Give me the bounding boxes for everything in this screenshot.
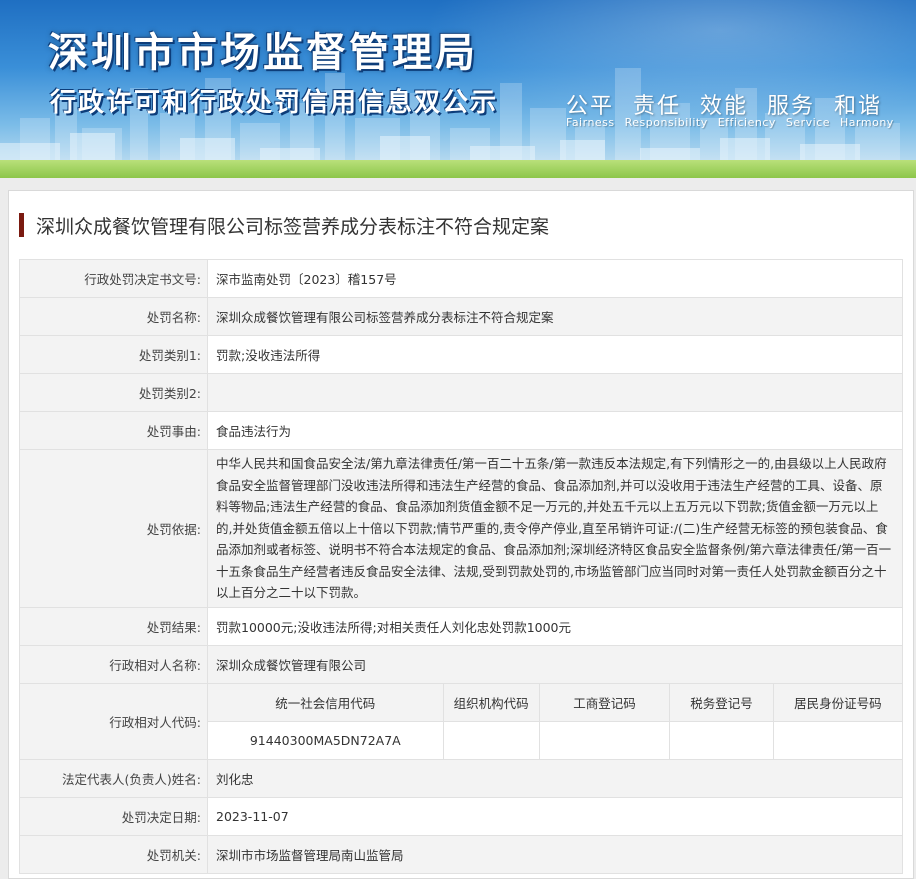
table-row: 处罚名称: 深圳众成餐饮管理有限公司标签营养成分表标注不符合规定案 [19, 297, 903, 336]
penalty-name-value: 深圳众成餐饮管理有限公司标签营养成分表标注不符合规定案 [207, 297, 903, 336]
table-row: 法定代表人(负责人)姓名: 刘化忠 [19, 759, 903, 798]
party-name-value: 深圳众成餐饮管理有限公司 [207, 645, 903, 684]
field-label: 处罚结果: [19, 607, 208, 646]
code-header: 组织机构代码 [442, 684, 540, 722]
table-row: 行政相对人名称: 深圳众成餐饮管理有限公司 [19, 645, 903, 684]
code-header-row: 统一社会信用代码 组织机构代码 工商登记码 税务登记号 居民身份证号码 [208, 684, 902, 722]
page-title: 深圳众成餐饮管理有限公司标签营养成分表标注不符合规定案 [36, 215, 550, 238]
title-accent-bar [19, 213, 24, 237]
party-code-cell: 统一社会信用代码 组织机构代码 工商登记码 税务登记号 居民身份证号码 9144… [207, 683, 903, 760]
field-label: 处罚名称: [19, 297, 208, 336]
field-label: 行政相对人名称: [19, 645, 208, 684]
category2-value [207, 373, 903, 412]
result-value: 罚款10000元;没收违法所得;对相关责任人刘化忠处罚款1000元 [207, 607, 903, 646]
table-row: 行政相对人代码: 统一社会信用代码 组织机构代码 工商登记码 税务登记号 居民身… [19, 683, 903, 760]
field-label: 处罚决定日期: [19, 797, 208, 836]
site-title: 深圳市市场监督管理局 [48, 30, 478, 76]
table-row: 处罚类别2: [19, 373, 903, 412]
credit-code-value: 91440300MA5DN72A7A [208, 721, 444, 759]
table-row: 处罚结果: 罚款10000元;没收违法所得;对相关责任人刘化忠处罚款1000元 [19, 607, 903, 646]
content-panel: 深圳众成餐饮管理有限公司标签营养成分表标注不符合规定案 行政处罚决定书文号: 深… [8, 190, 914, 879]
code-header: 工商登记码 [538, 684, 671, 722]
penalty-info-table: 行政处罚决定书文号: 深市监南处罚〔2023〕稽157号 处罚名称: 深圳众成餐… [19, 259, 903, 874]
banner-grass [0, 160, 916, 178]
table-row: 处罚依据: 中华人民共和国食品安全法/第九章法律责任/第一百二十五条/第一款违反… [19, 449, 903, 608]
field-label: 处罚事由: [19, 411, 208, 450]
case-heading: 深圳众成餐饮管理有限公司标签营养成分表标注不符合规定案 [19, 212, 549, 238]
id-number-value [772, 721, 902, 759]
code-header: 统一社会信用代码 [208, 684, 444, 722]
field-label: 处罚机关: [19, 835, 208, 874]
org-code-value [442, 721, 540, 759]
table-row: 处罚事由: 食品违法行为 [19, 411, 903, 450]
code-header: 税务登记号 [669, 684, 774, 722]
table-row: 处罚类别1: 罚款;没收违法所得 [19, 335, 903, 374]
decision-date-value: 2023-11-07 [207, 797, 903, 836]
field-label: 处罚依据: [19, 449, 208, 608]
basis-value: 中华人民共和国食品安全法/第九章法律责任/第一百二十五条/第一款违反本法规定,有… [207, 449, 903, 608]
header-banner: 深圳市市场监督管理局 行政许可和行政处罚信用信息双公示 公平 责任 效能 服务 … [0, 0, 916, 178]
legal-rep-value: 刘化忠 [207, 759, 903, 798]
reason-value: 食品违法行为 [207, 411, 903, 450]
category1-value: 罚款;没收违法所得 [207, 335, 903, 374]
field-label: 处罚类别1: [19, 335, 208, 374]
field-label: 法定代表人(负责人)姓名: [19, 759, 208, 798]
field-label: 行政相对人代码: [19, 683, 208, 760]
table-row: 处罚决定日期: 2023-11-07 [19, 797, 903, 836]
decision-number-value: 深市监南处罚〔2023〕稽157号 [207, 259, 903, 298]
table-row: 处罚机关: 深圳市市场监督管理局南山监管局 [19, 835, 903, 874]
slogan-english: Fairness Responsibility Efficiency Servi… [566, 116, 894, 129]
field-label: 行政处罚决定书文号: [19, 259, 208, 298]
field-label: 处罚类别2: [19, 373, 208, 412]
tax-reg-value [669, 721, 774, 759]
site-subtitle: 行政许可和行政处罚信用信息双公示 [50, 88, 499, 118]
party-code-table: 统一社会信用代码 组织机构代码 工商登记码 税务登记号 居民身份证号码 9144… [208, 684, 902, 759]
code-value-row: 91440300MA5DN72A7A [208, 721, 902, 759]
code-header: 居民身份证号码 [772, 684, 902, 722]
table-row: 行政处罚决定书文号: 深市监南处罚〔2023〕稽157号 [19, 259, 903, 298]
authority-value: 深圳市市场监督管理局南山监管局 [207, 835, 903, 874]
business-reg-value [538, 721, 671, 759]
